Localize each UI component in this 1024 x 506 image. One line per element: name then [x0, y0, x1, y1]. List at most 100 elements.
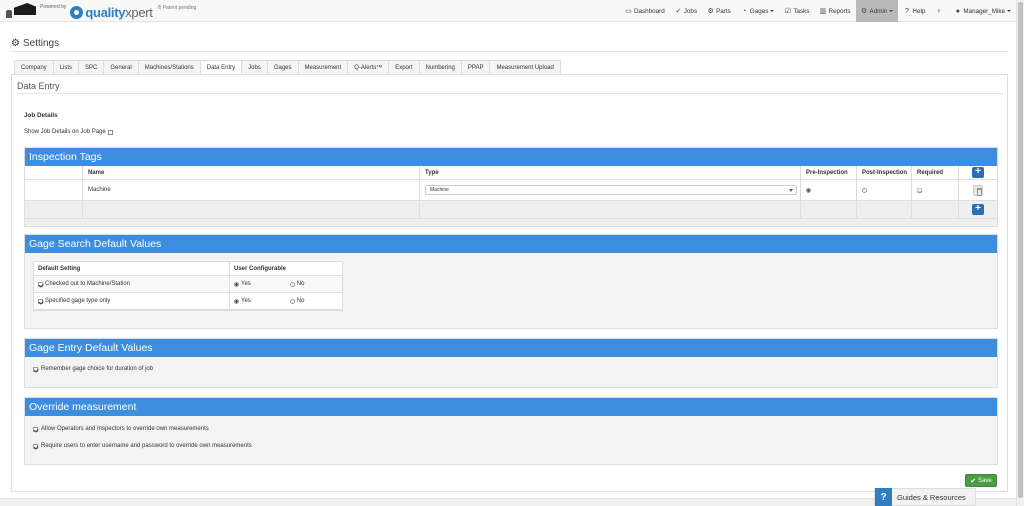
nav-admin[interactable]: ⚙ Admin	[855, 0, 899, 22]
guides-resources-button[interactable]: ? Guides & Resources	[874, 488, 976, 506]
nav-dashboard[interactable]: ▭ Dashboard	[620, 0, 670, 22]
vertical-scrollbar[interactable]	[1016, 0, 1024, 506]
tab-measurement-upload[interactable]: Measurement Upload	[489, 60, 561, 74]
show-job-details-checkbox[interactable]	[107, 129, 113, 135]
nav-lightbulb[interactable]: ♀	[930, 0, 949, 22]
require-credentials-checkbox[interactable]	[33, 443, 38, 449]
nav-manager-mike[interactable]: ● Manager_Mike	[949, 0, 1016, 22]
qualityxpert-gear-icon	[70, 6, 84, 19]
nav-tasks[interactable]: ☑ Tasks	[779, 0, 814, 22]
require-credentials-row: Require users to enter username and pass…	[33, 443, 252, 449]
no-label: No	[296, 281, 305, 287]
panel-divider	[17, 93, 1003, 94]
nav-label: Admin	[869, 7, 888, 15]
title-divider	[11, 51, 1008, 52]
cogs-icon: ⚙	[707, 7, 714, 15]
table-row: Checked out to Machine/Station Yes No	[34, 276, 342, 293]
gage-search-table: Default Setting User Configurable Checke…	[33, 261, 343, 311]
allow-override-checkbox[interactable]	[33, 426, 38, 432]
tab-export[interactable]: Export	[388, 60, 420, 74]
tab-jobs[interactable]: Jobs	[241, 60, 268, 74]
nav-jobs[interactable]: ✓ Jobs	[670, 0, 702, 22]
job-details-heading: Job Details	[24, 112, 58, 119]
remember-gage-checkbox[interactable]	[33, 366, 38, 372]
tab-spc[interactable]: SPC	[78, 60, 105, 74]
horizontal-scrollbar[interactable]	[0, 498, 1016, 506]
lightbulb-icon: ♀	[936, 7, 942, 15]
gage-search-header: Gage Search Default Values	[25, 235, 997, 253]
tab-machines-stations[interactable]: Machines/Stations	[137, 60, 201, 74]
save-label: Save	[978, 477, 992, 484]
pre-inspection-radio[interactable]	[806, 187, 811, 193]
tab-ppap[interactable]: PPAP	[460, 60, 491, 74]
powered-by-text: Powered by	[40, 4, 67, 10]
yes-label: Yes	[241, 281, 251, 287]
column-header-pre-inspection: Pre-Inspection	[801, 166, 857, 180]
add-tag-footer-cell: +	[959, 201, 997, 219]
remember-gage-label: Remember gage choice for duration of job	[41, 366, 154, 372]
nav-label: Dashboard	[633, 7, 665, 15]
column-header-required: Required	[912, 166, 959, 180]
caret-down-icon	[770, 10, 775, 12]
post-inspection-radio[interactable]	[862, 187, 867, 193]
tab-lists[interactable]: Lists	[52, 60, 80, 74]
table-footer-row: +	[25, 201, 997, 219]
table-row: Specified gage type only Yes No	[34, 293, 342, 310]
tab-company[interactable]: Company	[14, 60, 54, 74]
column-header-default-setting: Default Setting	[34, 262, 230, 276]
question-icon: ?	[875, 488, 892, 506]
setting-cell: Specified gage type only	[34, 293, 230, 310]
nav-gages[interactable]: ◔ Gages	[736, 0, 780, 22]
override-measurement-section: Override measurement Allow Operators and…	[24, 397, 998, 465]
tab-q-alerts[interactable]: Q-Alerts™	[347, 60, 390, 74]
tag-type-cell: Machine	[420, 180, 801, 201]
nav-label: Manager_Mike	[963, 7, 1005, 15]
footer-cell	[25, 201, 83, 219]
gage-type-label: Specified gage type only	[45, 298, 111, 304]
required-checkbox[interactable]	[917, 187, 922, 193]
allow-override-row: Allow Operators and Inspectors to overri…	[33, 426, 209, 432]
gage-type-checkbox[interactable]	[38, 298, 43, 304]
show-job-details-label: Show Job Details on Job Page	[24, 129, 106, 135]
add-tag-button[interactable]: +	[972, 167, 984, 178]
tab-numbering[interactable]: Numbering	[418, 60, 462, 74]
checked-out-checkbox[interactable]	[38, 281, 43, 287]
add-tag-bottom-button[interactable]: +	[972, 204, 984, 215]
nav-help[interactable]: ? Help	[898, 0, 930, 22]
brand-logo[interactable]: Powered by qualityxpert ® Patent pending	[6, 2, 196, 20]
nav-label: Reports	[828, 7, 851, 15]
footer-cell	[420, 201, 801, 219]
gage-search-section: Gage Search Default Values Default Setti…	[24, 234, 998, 329]
gage-type-yes-radio[interactable]	[234, 298, 239, 304]
guides-resources-label: Guides & Resources	[897, 492, 966, 502]
gear-icon: ⚙	[860, 7, 868, 15]
save-button[interactable]: ✔ Save	[965, 474, 997, 487]
qualityxpert-logo: qualityxpert	[70, 5, 153, 20]
tab-measurement[interactable]: Measurement	[297, 60, 349, 74]
gage-type-no-radio[interactable]	[289, 298, 295, 304]
tab-gages[interactable]: Gages	[266, 60, 299, 74]
checked-out-yes-radio[interactable]	[234, 281, 239, 287]
tag-name-cell: Machine	[83, 180, 420, 201]
inspection-tags-table: Name Type Pre-Inspection Post-Inspection…	[25, 166, 997, 219]
settings-tabs: Company Lists SPC General Machines/Stations D…	[14, 60, 561, 75]
footer-cell	[857, 201, 912, 219]
tab-general[interactable]: General	[103, 60, 139, 74]
column-header-post-inspection: Post-Inspection	[857, 166, 912, 180]
trash-icon[interactable]	[973, 184, 983, 196]
scrollbar-thumb[interactable]	[1018, 2, 1023, 498]
delete-tag-cell	[959, 180, 997, 201]
user-icon: ●	[955, 7, 960, 15]
nav-parts[interactable]: ⚙ Parts	[702, 0, 736, 22]
gage-entry-header: Gage Entry Default Values	[25, 339, 997, 357]
checked-out-no-radio[interactable]	[289, 281, 295, 287]
monitor-icon: ▭	[625, 7, 632, 15]
tag-type-select[interactable]: Machine	[425, 185, 797, 195]
check-icon: ✔	[970, 477, 977, 485]
nav-reports[interactable]: ▥ Reports	[814, 0, 855, 22]
patent-pending-text: ® Patent pending	[157, 5, 197, 11]
require-credentials-label: Require users to enter username and pass…	[41, 443, 252, 449]
company-logo-icon	[6, 2, 36, 18]
tab-data-entry[interactable]: Data Entry	[199, 60, 243, 75]
caret-down-icon	[1007, 10, 1011, 12]
